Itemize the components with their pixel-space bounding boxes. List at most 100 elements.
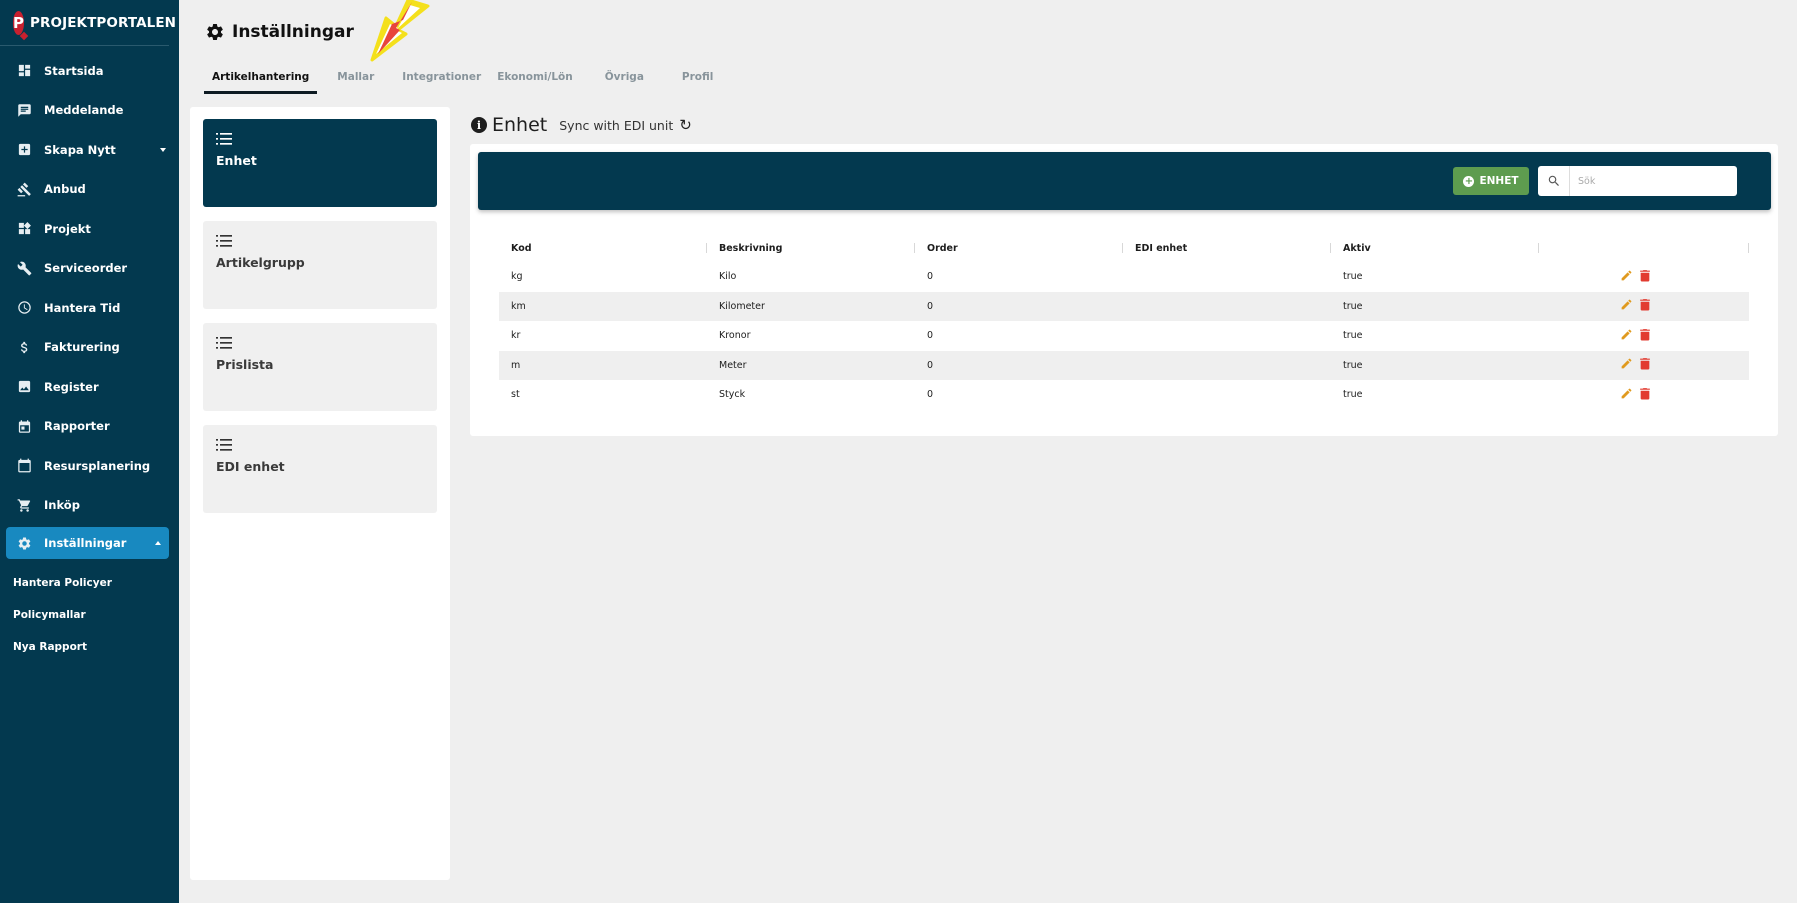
delete-trash-icon[interactable] (1639, 269, 1651, 285)
section-heading: i Enhet Sync with EDI unit ↻ (471, 114, 692, 136)
add-box-icon (17, 142, 32, 157)
column-header-aktiv[interactable]: Aktiv (1331, 234, 1539, 262)
add-enhet-button[interactable]: + ENHET (1453, 167, 1529, 195)
cell-order: 0 (927, 389, 934, 401)
search-input[interactable] (1570, 167, 1730, 195)
cell-actions (1539, 321, 1749, 351)
sidebar-item-installningar[interactable]: Inställningar (6, 527, 169, 559)
sidebar-item-register[interactable]: Register (0, 367, 179, 407)
table-row[interactable]: km Kilometer 0 true (499, 291, 1749, 322)
sidebar-item-label: Rapporter (44, 419, 110, 434)
sidebar-item-skapa-nytt[interactable]: Skapa Nytt (0, 130, 179, 170)
delete-trash-icon[interactable] (1639, 357, 1651, 373)
column-header-kod[interactable]: Kod (499, 234, 707, 262)
settings-tabs: Artikelhantering Mallar Integrationer Ek… (204, 66, 721, 94)
cell-kod: m (511, 359, 521, 371)
brand-name: PROJEKTPORTALEN (30, 14, 177, 31)
table-row[interactable]: st Styck 0 true (499, 380, 1749, 410)
cell-actions (1539, 380, 1749, 410)
widgets-icon (17, 221, 32, 236)
sidebar-item-anbud[interactable]: Anbud (0, 170, 179, 210)
table-header-row: Kod Beskrivning Order EDI enhet Aktiv (499, 234, 1749, 262)
brand[interactable]: P PROJEKTPORTALEN (0, 0, 176, 46)
sidebar-item-label: Startsida (44, 63, 104, 78)
tab-ekonomi-lon[interactable]: Ekonomi/Lön (489, 66, 581, 94)
table-row[interactable]: kr Kronor 0 true (499, 321, 1749, 351)
cell-edi-enhet (1123, 380, 1331, 410)
unit-table: Kod Beskrivning Order EDI enhet Aktiv kg… (499, 234, 1749, 410)
cell-beskrivning: Kilo (719, 271, 737, 283)
cell-aktiv: true (1343, 271, 1363, 283)
cart-icon (17, 498, 32, 513)
delete-trash-icon[interactable] (1639, 387, 1651, 403)
column-header-edi-enhet[interactable]: EDI enhet (1123, 234, 1331, 262)
sidebar-item-resursplanering[interactable]: Resursplanering (0, 446, 179, 486)
edit-pencil-icon[interactable] (1620, 269, 1633, 285)
category-panel: Enhet Artikelgrupp Prislista EDI enhet (190, 107, 450, 880)
cell-beskrivning: Styck (719, 389, 746, 401)
image-icon (17, 379, 32, 394)
sidebar-item-projekt[interactable]: Projekt (0, 209, 179, 249)
tab-artikelhantering[interactable]: Artikelhantering (204, 66, 318, 94)
category-card-prislista[interactable]: Prislista (203, 323, 437, 411)
refresh-icon[interactable]: ↻ (679, 116, 692, 134)
search-icon[interactable] (1538, 166, 1570, 196)
list-icon (216, 233, 232, 247)
section-title: Enhet (492, 114, 548, 136)
tab-mallar[interactable]: Mallar (329, 66, 382, 94)
column-header-actions (1539, 234, 1749, 262)
subnav-item-hantera-policyer[interactable]: Hantera Policyer (0, 567, 179, 599)
edit-pencil-icon[interactable] (1620, 298, 1633, 314)
sidebar-item-label: Hantera Tid (44, 300, 121, 315)
category-card-enhet[interactable]: Enhet (203, 119, 437, 207)
sidebar-item-fakturering[interactable]: Fakturering (0, 328, 179, 368)
delete-trash-icon[interactable] (1639, 298, 1651, 314)
cell-kod: km (511, 300, 526, 312)
page-title-text: Inställningar (232, 22, 354, 42)
calendar-blank-icon (17, 458, 32, 473)
edit-pencil-icon[interactable] (1620, 357, 1633, 373)
category-label: Prislista (216, 357, 274, 372)
delete-trash-icon[interactable] (1639, 328, 1651, 344)
tab-ovriga[interactable]: Övriga (597, 66, 652, 94)
annotation-arrow-icon (370, 0, 430, 62)
tab-integrationer[interactable]: Integrationer (394, 66, 489, 94)
sidebar-item-serviceorder[interactable]: Serviceorder (0, 249, 179, 289)
sidebar-item-hantera-tid[interactable]: Hantera Tid (0, 288, 179, 328)
message-icon (17, 103, 32, 118)
sidebar-item-rapporter[interactable]: Rapporter (0, 407, 179, 447)
cell-actions (1539, 262, 1749, 292)
sidebar-item-label: Resursplanering (44, 458, 151, 473)
edit-pencil-icon[interactable] (1620, 387, 1633, 403)
column-header-order[interactable]: Order (915, 234, 1123, 262)
sidebar-item-inkop[interactable]: Inköp (0, 486, 179, 526)
category-card-edi-enhet[interactable]: EDI enhet (203, 425, 437, 513)
sidebar-item-startsida[interactable]: Startsida (0, 51, 179, 91)
cell-order: 0 (927, 359, 934, 371)
category-card-artikelgrupp[interactable]: Artikelgrupp (203, 221, 437, 309)
sidebar-item-label: Skapa Nytt (44, 142, 116, 157)
table-row[interactable]: m Meter 0 true (499, 350, 1749, 380)
brand-logo-icon: P (13, 10, 24, 35)
add-enhet-label: ENHET (1479, 175, 1519, 187)
info-icon[interactable]: i (471, 117, 487, 133)
subnav-item-policymallar[interactable]: Policymallar (0, 599, 179, 631)
edit-pencil-icon[interactable] (1620, 328, 1633, 344)
cell-edi-enhet (1123, 321, 1331, 351)
sidebar-item-meddelande[interactable]: Meddelande (0, 91, 179, 131)
table-toolbar: + ENHET (478, 152, 1771, 210)
list-icon (216, 437, 232, 451)
subnav-item-nya-rapport[interactable]: Nya Rapport (0, 631, 179, 663)
search-box (1538, 166, 1737, 196)
column-header-beskrivning[interactable]: Beskrivning (707, 234, 915, 262)
add-circle-icon: + (1463, 175, 1475, 187)
tab-profil[interactable]: Profil (674, 66, 721, 94)
cell-order: 0 (927, 271, 934, 283)
table-row[interactable]: kg Kilo 0 true (499, 262, 1749, 292)
category-label: Artikelgrupp (216, 255, 305, 270)
sidebar-item-label: Inköp (44, 498, 80, 513)
cell-actions (1539, 292, 1749, 322)
sidebar-item-label: Fakturering (44, 340, 120, 355)
cell-aktiv: true (1343, 330, 1363, 342)
sidebar-item-label: Serviceorder (44, 261, 128, 276)
